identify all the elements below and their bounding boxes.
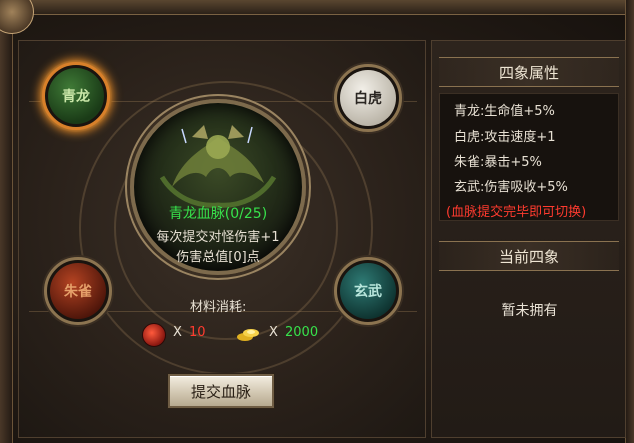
xuanwu-orb-frame[interactable]: 玄武	[334, 257, 402, 325]
baihu-orb-frame[interactable]: 白虎	[334, 64, 402, 132]
submit-bloodline-button[interactable]: 提交血脉	[168, 374, 274, 408]
info-panel: 四象属性 青龙:生命值+5% 白虎:攻击速度+1 朱雀:暴击+5% 玄武:伤害吸…	[431, 40, 626, 438]
gold-cost: 2000	[285, 325, 319, 340]
zhuque-orb[interactable]: 朱雀	[50, 263, 106, 319]
attribute-xuanwu: 玄武:伤害吸收+5%	[454, 180, 568, 195]
bloodline-window: 青龙 白虎 朱雀 玄武 青龙血脉(0/25) 每次提交对怪伤害+1 伤害总值[0…	[0, 0, 634, 443]
baihu-orb[interactable]: 白虎	[340, 70, 396, 126]
zhuque-orb-frame[interactable]: 朱雀	[44, 257, 112, 325]
material-multiplier: X	[269, 325, 278, 340]
material-multiplier: X	[173, 325, 182, 340]
switch-note: (血脉提交完毕即可切换)	[446, 205, 587, 220]
xuanwu-orb[interactable]: 玄武	[340, 263, 396, 319]
attribute-qinglong: 青龙:生命值+5%	[454, 104, 555, 119]
attribute-zhuque: 朱雀:暴击+5%	[454, 155, 542, 170]
qinglong-orb[interactable]: 青龙	[48, 68, 104, 124]
gold-ingot-icon	[237, 329, 259, 341]
current-beast-value: 暂未拥有	[501, 303, 558, 319]
attributes-header: 四象属性	[439, 57, 619, 87]
dragon-icon	[159, 125, 277, 208]
attribute-baihu: 白虎:攻击速度+1	[454, 130, 556, 145]
bloodline-title: 青龙血脉(0/25)	[168, 206, 268, 222]
window-right-border	[625, 0, 634, 443]
blood-orb-icon	[142, 323, 166, 347]
window-top-border	[0, 0, 634, 15]
qinglong-orb-frame[interactable]: 青龙	[42, 62, 110, 130]
blood-orb-cost: 10	[189, 325, 206, 340]
corner-ornament	[0, 0, 34, 34]
current-header: 当前四象	[439, 241, 619, 271]
materials-label: 材料消耗:	[190, 300, 247, 315]
bloodline-description: 每次提交对怪伤害+1	[156, 230, 280, 245]
bloodline-total-damage: 伤害总值[0]点	[176, 250, 260, 265]
